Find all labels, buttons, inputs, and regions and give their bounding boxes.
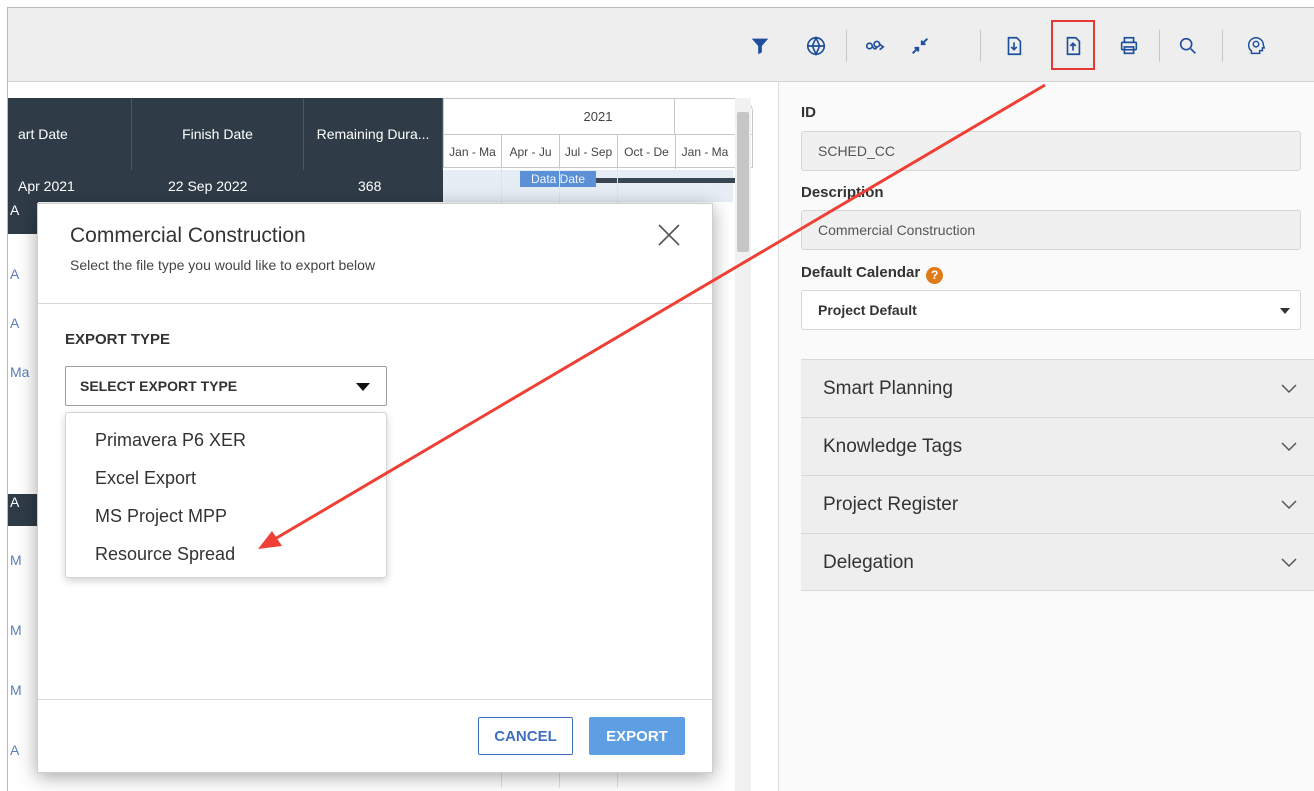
properties-panel: ID SCHED_CC Description Commercial Const… bbox=[778, 82, 1314, 791]
option-resource-spread[interactable]: Resource Spread bbox=[66, 541, 386, 579]
table-row[interactable]: Apr 2021 22 Sep 2022 368 bbox=[8, 170, 443, 202]
dialog-title: Commercial Construction bbox=[70, 224, 306, 247]
search-icon[interactable] bbox=[1174, 32, 1202, 60]
baseline-icon[interactable] bbox=[802, 32, 830, 60]
toolbar-divider bbox=[1159, 30, 1160, 62]
accordion-label: Project Register bbox=[823, 494, 959, 515]
row-stub[interactable]: A bbox=[8, 266, 38, 298]
chevron-down-icon bbox=[1280, 308, 1290, 314]
start-date-cell: Apr 2021 bbox=[18, 178, 75, 194]
quarter-label: Jul - Sep bbox=[560, 135, 618, 169]
option-excel-export[interactable]: Excel Export bbox=[66, 465, 386, 503]
dialog-subtitle: Select the file type you would like to e… bbox=[70, 257, 376, 273]
row-stub[interactable]: M bbox=[8, 682, 38, 714]
timeline-quarters: Jan - Ma Apr - Ju Jul - Sep Oct - De Jan… bbox=[444, 135, 752, 169]
quarter-label: Jan - Ma bbox=[444, 135, 502, 169]
chevron-down-icon bbox=[1281, 442, 1297, 452]
grid-header: art Date Finish Date Remaining Dura... bbox=[8, 98, 443, 170]
export-type-placeholder: SELECT EXPORT TYPE bbox=[80, 378, 238, 394]
column-remaining-duration[interactable]: Remaining Dura... bbox=[304, 98, 443, 170]
print-icon[interactable] bbox=[1115, 32, 1143, 60]
toolbar-divider bbox=[980, 30, 981, 62]
import-icon[interactable] bbox=[1000, 32, 1028, 60]
timeline-year: 2021 bbox=[444, 99, 752, 135]
export-dialog: Commercial Construction Select the file … bbox=[37, 203, 713, 773]
close-icon[interactable] bbox=[656, 222, 682, 248]
finish-date-cell: 22 Sep 2022 bbox=[168, 178, 248, 194]
row-stub[interactable]: Ma bbox=[8, 364, 38, 396]
quarter-label: Oct - De bbox=[618, 135, 676, 169]
export-type-label: EXPORT TYPE bbox=[65, 331, 171, 348]
option-primavera-p6-xer[interactable]: Primavera P6 XER bbox=[66, 427, 386, 465]
link-icon[interactable] bbox=[861, 32, 889, 60]
id-label: ID bbox=[801, 104, 816, 121]
year-divider bbox=[674, 99, 675, 135]
row-stub[interactable]: A bbox=[8, 742, 38, 774]
accordion-label: Smart Planning bbox=[823, 378, 953, 399]
caret-down-icon bbox=[356, 383, 370, 391]
export-type-dropdown: Primavera P6 XER Excel Export MS Project… bbox=[65, 412, 387, 578]
cancel-button[interactable]: CANCEL bbox=[478, 717, 573, 755]
accordion-project-register[interactable]: Project Register bbox=[801, 475, 1314, 533]
help-icon[interactable]: ? bbox=[926, 267, 944, 284]
description-field[interactable]: Commercial Construction bbox=[801, 210, 1301, 250]
quarter-label: Apr - Ju bbox=[502, 135, 560, 169]
accordion-label: Delegation bbox=[823, 552, 914, 573]
row-stub[interactable]: M bbox=[8, 622, 38, 654]
row-stub[interactable]: A bbox=[8, 202, 38, 234]
collapse-icon[interactable] bbox=[906, 32, 934, 60]
column-finish-date[interactable]: Finish Date bbox=[132, 98, 304, 170]
chevron-down-icon bbox=[1281, 558, 1297, 568]
filter-icon[interactable] bbox=[746, 32, 774, 60]
description-label: Description bbox=[801, 184, 884, 201]
quarter-label: Jan - Ma bbox=[681, 145, 729, 159]
default-calendar-select[interactable]: Project Default bbox=[801, 290, 1301, 330]
dialog-footer-divider bbox=[38, 699, 712, 700]
row-stub[interactable]: M bbox=[8, 552, 38, 584]
toolbar-divider bbox=[1222, 30, 1223, 62]
export-type-select[interactable]: SELECT EXPORT TYPE bbox=[65, 366, 387, 406]
accordion-delegation[interactable]: Delegation bbox=[801, 533, 1314, 591]
option-ms-project-mpp[interactable]: MS Project MPP bbox=[66, 503, 386, 541]
export-button[interactable]: EXPORT bbox=[589, 717, 685, 755]
row-stub[interactable]: A bbox=[8, 315, 38, 347]
dialog-divider bbox=[38, 303, 712, 304]
data-date-marker: Data Date bbox=[520, 171, 596, 187]
timeline-header: 2021 Jan - Ma Apr - Ju Jul - Sep Oct - D… bbox=[443, 98, 753, 169]
remaining-cell: 368 bbox=[358, 178, 382, 194]
default-calendar-text: Default Calendar bbox=[801, 264, 921, 281]
scrollbar-thumb[interactable] bbox=[737, 112, 749, 252]
accordion-label: Knowledge Tags bbox=[823, 436, 963, 457]
default-calendar-label: Default Calendar? bbox=[801, 264, 944, 284]
column-start-date[interactable]: art Date bbox=[8, 98, 132, 170]
chevron-down-icon bbox=[1281, 384, 1297, 394]
export-highlight-box bbox=[1051, 20, 1095, 70]
row-stub[interactable]: A bbox=[8, 494, 38, 526]
accordion-knowledge-tags[interactable]: Knowledge Tags bbox=[801, 417, 1314, 475]
toolbar bbox=[8, 8, 1314, 82]
toolbar-divider bbox=[846, 30, 847, 62]
id-field[interactable]: SCHED_CC bbox=[801, 131, 1301, 171]
accordion-smart-planning[interactable]: Smart Planning bbox=[801, 359, 1314, 417]
default-calendar-value: Project Default bbox=[818, 302, 917, 318]
chevron-down-icon bbox=[1281, 500, 1297, 510]
brain-icon[interactable] bbox=[1242, 32, 1270, 60]
